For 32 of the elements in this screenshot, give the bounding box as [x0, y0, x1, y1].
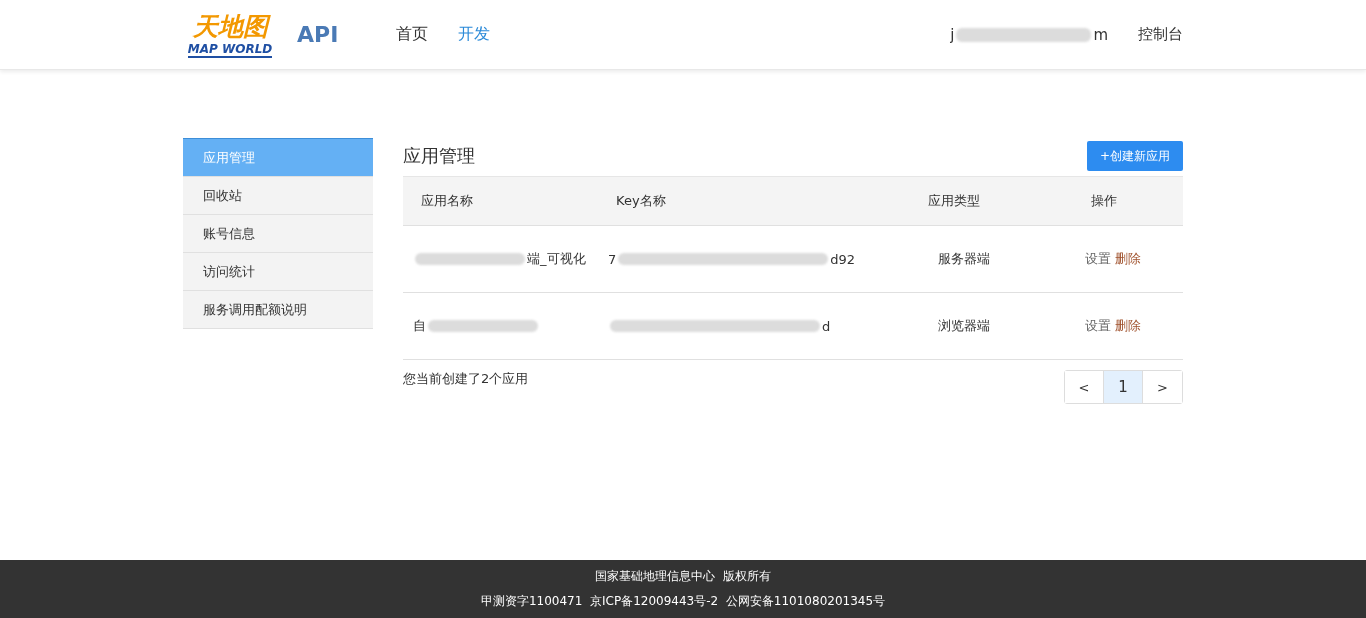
console-link[interactable]: 控制台 — [1138, 25, 1183, 44]
account-email-start: j — [950, 25, 955, 44]
delete-link[interactable]: 删除 — [1115, 317, 1141, 335]
column-header: 应用名称 — [420, 192, 474, 210]
app-key-end: d92 — [830, 251, 856, 267]
sidebar-item[interactable]: 回收站 — [183, 177, 373, 215]
app-name-end: 端_可视化 — [527, 250, 586, 268]
app-count-text: 您当前创建了2个应用 — [403, 370, 529, 388]
column-header: 操作 — [1090, 192, 1118, 210]
delete-link[interactable]: 删除 — [1115, 250, 1141, 268]
previous-page-button[interactable]: < — [1065, 371, 1104, 403]
footer-text: 甲测资字1100471 京ICP备12009443号-2 公网安备1101080201345号 — [480, 593, 886, 610]
footer-text: 国家基础地理信息中心 版权所有 — [595, 568, 771, 585]
app-type: 浏览器端 — [938, 317, 990, 335]
nav-link[interactable]: 首页 — [396, 24, 429, 45]
app-name-start: 自 — [413, 317, 426, 335]
product-title: API — [297, 22, 339, 47]
app-key-start: 7 — [608, 251, 617, 267]
settings-link[interactable]: 设置 — [1085, 317, 1111, 335]
settings-link[interactable]: 设置 — [1085, 250, 1111, 268]
account-email-end: m — [1093, 25, 1108, 44]
column-header: 应用类型 — [927, 192, 981, 210]
nav-link[interactable]: 开发 — [458, 24, 491, 45]
section-title: 应用管理 — [403, 144, 475, 168]
sidebar-item[interactable]: 访问统计 — [183, 253, 373, 291]
app-type: 服务器端 — [938, 250, 990, 268]
logo-subtitle: MAP WORLD — [187, 41, 273, 58]
page-button[interactable]: 1 — [1104, 371, 1143, 403]
sidebar-item[interactable]: 账号信息 — [183, 215, 373, 253]
app-key-end: d — [822, 318, 831, 334]
sidebar-item[interactable]: 服务调用配额说明 — [183, 291, 373, 329]
column-header: Key名称 — [615, 192, 667, 210]
